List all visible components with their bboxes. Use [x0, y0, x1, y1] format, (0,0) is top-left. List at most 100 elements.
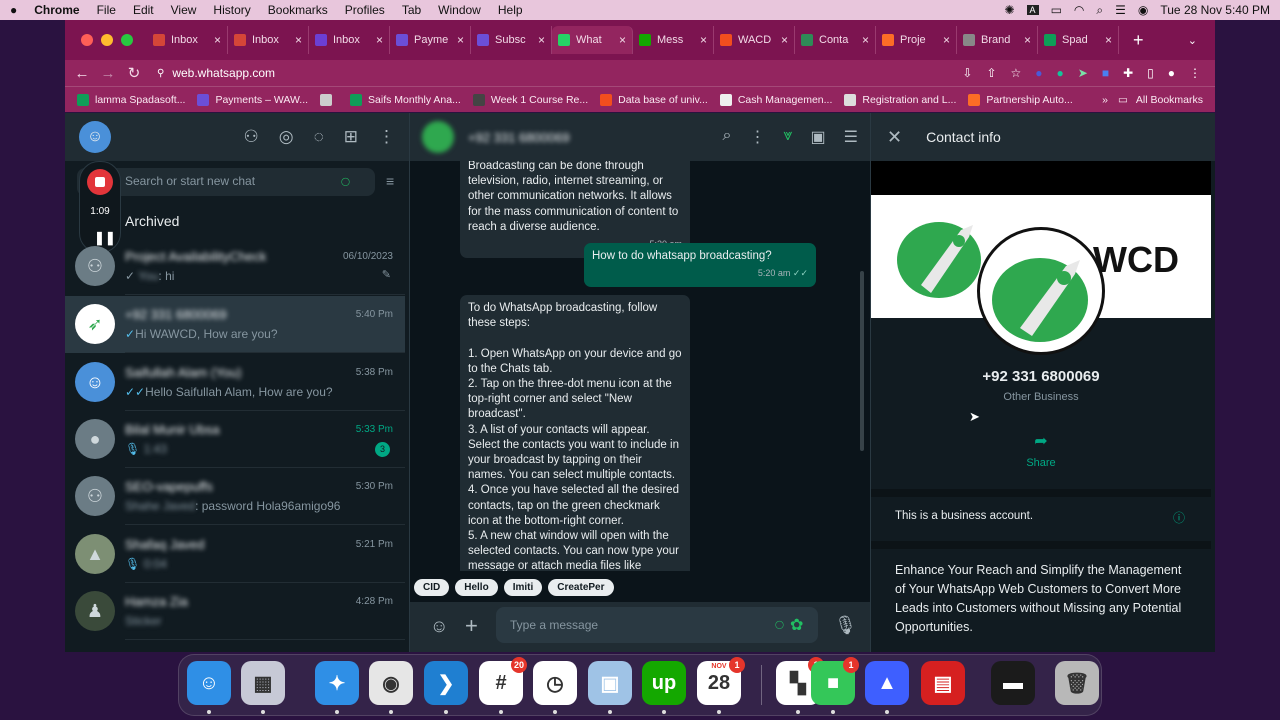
- all-bookmarks-button[interactable]: All Bookmarks: [1136, 94, 1203, 106]
- siri-icon[interactable]: ◉: [1138, 3, 1148, 17]
- forward-icon[interactable]: →: [95, 65, 121, 82]
- browser-tab[interactable]: Payme ×: [390, 26, 471, 54]
- close-tab-icon[interactable]: ×: [214, 33, 221, 47]
- search-messages-icon[interactable]: ⌕: [723, 127, 732, 147]
- close-icon[interactable]: ✕: [887, 127, 902, 148]
- close-tab-icon[interactable]: ×: [862, 33, 869, 47]
- profile-avatar-icon[interactable]: ●: [1168, 66, 1175, 80]
- sidebar-toggle-icon[interactable]: ▯: [1147, 66, 1154, 80]
- message-bubble-in[interactable]: To do WhatsApp broadcasting, follow thes…: [460, 295, 690, 571]
- contact-avatar[interactable]: [422, 121, 454, 153]
- settings-icon[interactable]: ✺: [1004, 3, 1014, 17]
- minimize-window-button[interactable]: [101, 34, 113, 46]
- channels-icon[interactable]: ◌: [314, 127, 324, 147]
- close-tab-icon[interactable]: ×: [376, 33, 383, 47]
- conversation-contact-name[interactable]: +92 331 6800069: [468, 130, 570, 145]
- chat-list-item[interactable]: ♟ Hamza Zia Sticker 4:28 Pm: [65, 583, 405, 640]
- archived-chats[interactable]: Archived: [125, 213, 179, 229]
- browser-tab[interactable]: Inbox ×: [228, 26, 309, 54]
- search-input[interactable]: Search or start new chat: [77, 168, 375, 196]
- extension-db-icon[interactable]: ■: [1102, 66, 1109, 80]
- chat-list-item[interactable]: ☺ Saifullah Alam (You) ✓✓Hello Saifullah A…: [65, 354, 405, 411]
- close-tab-icon[interactable]: ×: [943, 33, 950, 47]
- grammarly-icon[interactable]: ●: [1057, 66, 1064, 80]
- install-app-icon[interactable]: ⇩: [962, 66, 972, 80]
- bookmark-item[interactable]: Partnership Auto...: [968, 93, 1073, 106]
- extension-chevrons-icon[interactable]: ⩔: [784, 127, 793, 147]
- message-bubble-out[interactable]: How to do whatsapp broadcasting? 5:20 am…: [584, 243, 816, 288]
- wifi-icon[interactable]: ◠: [1074, 3, 1084, 17]
- chat-list-item[interactable]: ⚇ SEO-vapepuffs Shahe Javed: password Hola…: [65, 468, 405, 525]
- close-tab-icon[interactable]: ×: [1105, 33, 1112, 47]
- new-chat-icon[interactable]: ⊞: [344, 127, 358, 147]
- battery-icon[interactable]: ▭: [1051, 3, 1062, 17]
- my-profile-avatar[interactable]: ☺: [79, 121, 111, 153]
- close-tab-icon[interactable]: ×: [295, 33, 302, 47]
- menu-help[interactable]: Help: [498, 3, 523, 17]
- menu-edit[interactable]: Edit: [133, 3, 154, 17]
- share-page-icon[interactable]: ⇧: [986, 66, 996, 80]
- calendar-icon[interactable]: NOV 28 1: [697, 657, 745, 714]
- browser-tab[interactable]: Subsc ×: [471, 26, 552, 54]
- menu-file[interactable]: File: [97, 3, 116, 17]
- clock-icon[interactable]: ◷: [533, 661, 577, 714]
- close-tab-icon[interactable]: ×: [538, 33, 545, 47]
- bookmark-item[interactable]: Saifs Monthly Ana...: [350, 93, 461, 106]
- chat-list-item[interactable]: ▲ Shafaq Javed 🎙 0:04 5:21 Pm: [65, 526, 405, 583]
- stop-recording-button[interactable]: [87, 169, 113, 195]
- info-icon[interactable]: ⓘ: [1173, 509, 1185, 526]
- menu-view[interactable]: View: [171, 3, 197, 17]
- menu-profiles[interactable]: Profiles: [345, 3, 385, 17]
- extension-icon[interactable]: ●: [1035, 66, 1042, 80]
- chip-imiti[interactable]: Imiti: [503, 579, 543, 596]
- status-icon[interactable]: ◎: [279, 127, 294, 147]
- browser-tab[interactable]: Proje ×: [876, 26, 957, 54]
- emoji-icon[interactable]: ☺: [430, 616, 448, 637]
- new-tab-icon[interactable]: +: [1133, 30, 1144, 51]
- safari-icon[interactable]: ✦: [315, 661, 359, 714]
- microphone-icon[interactable]: 🎙: [834, 615, 857, 636]
- chat-list-item[interactable]: ● Bilal Munir Ubsa 🎙 1:43 5:33 Pm 3: [65, 411, 405, 468]
- scrollbar[interactable]: [860, 271, 864, 451]
- menu-window[interactable]: Window: [438, 3, 481, 17]
- browser-tab[interactable]: WACD ×: [714, 26, 795, 54]
- share-button[interactable]: ➦ Share: [1011, 431, 1071, 469]
- slack-icon[interactable]: #20: [479, 657, 527, 714]
- browser-tab[interactable]: Brand ×: [957, 26, 1038, 54]
- menu-history[interactable]: History: [213, 3, 250, 17]
- control-center-icon[interactable]: ☰: [1115, 3, 1126, 17]
- close-tab-icon[interactable]: ×: [700, 33, 707, 47]
- chip-cid[interactable]: CID: [414, 579, 450, 596]
- attach-plus-icon[interactable]: +: [465, 613, 478, 639]
- zoom-window-button[interactable]: [121, 34, 133, 46]
- trash-icon[interactable]: 🗑: [1055, 661, 1099, 705]
- menubar-clock[interactable]: Tue 28 Nov 5:40 PM: [1160, 3, 1270, 17]
- close-tab-icon[interactable]: ×: [457, 33, 464, 47]
- chip-createper[interactable]: CreatePer: [548, 579, 614, 596]
- menu-icon[interactable]: ⋮: [378, 127, 395, 147]
- communities-icon[interactable]: ⚇: [244, 127, 259, 147]
- browser-tab[interactable]: Inbox ×: [309, 26, 390, 54]
- chat-list-item[interactable]: ⚇ Project AvailabilityCheck ✓ You: hi 06/10…: [65, 238, 405, 295]
- message-input[interactable]: Type a message: [496, 607, 818, 643]
- bookmark-item[interactable]: Data base of univ...: [600, 93, 708, 106]
- conversation-menu-icon[interactable]: ⋮: [750, 127, 766, 147]
- bookmark-item[interactable]: Cash Managemen...: [719, 93, 832, 106]
- browser-tab[interactable]: Inbox ×: [147, 26, 228, 54]
- browser-tab[interactable]: What ×: [552, 26, 633, 54]
- ai-assistant-icon[interactable]: ✿: [790, 615, 803, 635]
- bookmark-item[interactable]: Payments – WAW...: [197, 93, 308, 106]
- chrome-menu-icon[interactable]: ⋮: [1189, 66, 1201, 80]
- bookmark-item[interactable]: Week 1 Course Re...: [472, 93, 588, 106]
- back-icon[interactable]: ←: [69, 65, 95, 82]
- preview-icon[interactable]: ▣: [588, 661, 632, 714]
- chat-list-item[interactable]: ➶ +92 331 6800069 ✓Hi WAWCD, How are you? 5…: [65, 296, 405, 353]
- apple-icon[interactable]: ●: [10, 3, 17, 17]
- hamburger-icon[interactable]: ☰: [844, 127, 858, 147]
- input-source-icon[interactable]: A: [1026, 5, 1039, 15]
- tab-search-icon[interactable]: ⌄: [1188, 34, 1197, 47]
- puzzle-extensions-icon[interactable]: ✚: [1123, 66, 1133, 80]
- menu-tab[interactable]: Tab: [402, 3, 421, 17]
- save-icon[interactable]: ▣: [811, 127, 826, 147]
- reload-icon[interactable]: ↻: [121, 64, 147, 82]
